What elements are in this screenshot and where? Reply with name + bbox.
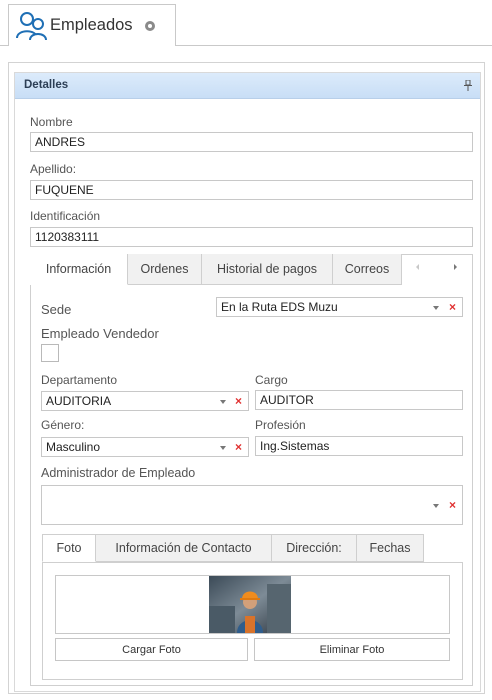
sede-select[interactable]: En la Ruta EDS Muzu xyxy=(216,297,463,317)
genero-select[interactable]: Masculino xyxy=(41,437,249,457)
genero-dropdown-icon[interactable] xyxy=(220,446,226,450)
departamento-label: Departamento xyxy=(41,373,118,387)
genero-clear-icon[interactable]: × xyxy=(235,441,242,453)
tab-foto[interactable]: Foto xyxy=(42,534,96,562)
administrador-select[interactable] xyxy=(41,485,463,525)
apellido-field[interactable]: FUQUENE xyxy=(30,180,473,200)
employees-icon xyxy=(16,11,47,40)
administrador-label: Administrador de Empleado xyxy=(41,466,196,480)
empleado-vendedor-label: Empleado Vendedor xyxy=(41,326,159,341)
employee-photo xyxy=(209,576,291,633)
identificacion-field[interactable]: 1120383111 xyxy=(30,227,473,247)
tab-informacion-de-contacto[interactable]: Información de Contacto xyxy=(96,534,272,562)
profesion-field[interactable]: Ing.Sistemas xyxy=(255,436,463,456)
profesion-label: Profesión xyxy=(255,418,306,432)
eliminar-foto-button[interactable]: Eliminar Foto xyxy=(254,638,450,661)
tab-scroll-left-icon[interactable] xyxy=(413,262,423,272)
sede-dropdown-icon[interactable] xyxy=(433,306,439,310)
close-circle-icon[interactable] xyxy=(144,20,155,31)
tab-historial-de-pagos[interactable]: Historial de pagos xyxy=(202,254,333,285)
inner-tab-strip: Foto Información de Contacto Dirección: … xyxy=(42,534,424,562)
departamento-dropdown-icon[interactable] xyxy=(220,400,226,404)
tab-direccion[interactable]: Dirección: xyxy=(272,534,357,562)
identificacion-label: Identificación xyxy=(30,209,101,223)
tab-correos[interactable]: Correos xyxy=(333,254,402,285)
cargo-label: Cargo xyxy=(255,373,288,387)
departamento-clear-icon[interactable]: × xyxy=(235,395,242,407)
empleado-vendedor-checkbox[interactable] xyxy=(41,344,59,362)
departamento-select[interactable]: AUDITORIA xyxy=(41,391,249,411)
sede-clear-icon[interactable]: × xyxy=(449,301,456,313)
administrador-dropdown-icon[interactable] xyxy=(433,504,439,508)
nombre-field[interactable]: ANDRES xyxy=(30,132,473,152)
administrador-clear-icon[interactable]: × xyxy=(449,499,456,511)
genero-label: Género: xyxy=(41,418,85,432)
panel-title: Detalles xyxy=(24,79,69,91)
cargar-foto-button[interactable]: Cargar Foto xyxy=(55,638,248,661)
tab-scroll-right-icon[interactable] xyxy=(450,262,460,272)
pin-icon[interactable] xyxy=(464,80,472,91)
tab-fechas[interactable]: Fechas xyxy=(357,534,424,562)
empleados-document-tab[interactable]: Empleados xyxy=(8,4,176,46)
tab-ordenes[interactable]: Ordenes xyxy=(128,254,202,285)
apellido-label: Apellido: xyxy=(30,162,77,176)
nombre-label: Nombre xyxy=(30,115,73,129)
panel-header: Detalles xyxy=(15,73,480,99)
main-tab-strip: Información Ordenes Historial de pagos C… xyxy=(30,254,402,285)
document-tab-title: Empleados xyxy=(50,16,133,34)
sede-label: Sede xyxy=(41,302,72,317)
tab-informacion[interactable]: Información xyxy=(30,254,128,285)
cargo-field[interactable]: AUDITOR xyxy=(255,390,463,410)
